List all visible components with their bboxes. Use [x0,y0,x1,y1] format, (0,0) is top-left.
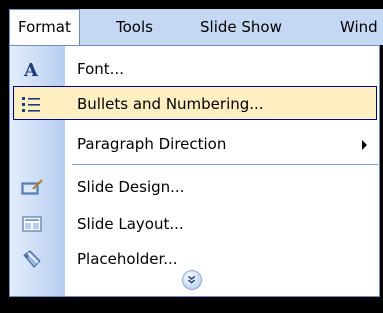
menu-separator [72,164,378,165]
bullets-icon [22,97,40,112]
slide-design-icon [21,179,43,195]
menu-window[interactable]: Wind [340,9,378,45]
screenshot: Format Tools Slide Show Wind A Font... B… [0,0,383,313]
menu-bar: Format Tools Slide Show Wind [9,9,383,46]
menu-slide-show[interactable]: Slide Show [200,9,282,45]
svg-text:A: A [23,60,39,81]
chevron-double-down-icon [187,275,196,284]
menu-item-paragraph-direction[interactable]: Paragraph Direction [10,127,379,161]
menu-tools[interactable]: Tools [116,9,153,45]
slide-layout-icon [22,216,42,232]
menu-item-label: Paragraph Direction [77,135,227,153]
format-dropdown-menu: A Font... Bullets and Numbering... Parag… [9,45,380,297]
font-icon: A [23,60,39,81]
expand-menu-button[interactable] [182,270,202,290]
menu-item-label: Font... [77,60,124,78]
menu-item-font[interactable]: A Font... [10,52,379,86]
menu-item-label: Placeholder... [77,250,178,268]
menu-item-label: Slide Design... [77,178,185,196]
placeholder-icon [23,250,41,268]
menu-item-label: Bullets and Numbering... [77,95,264,113]
menu-format[interactable]: Format [9,9,80,45]
menu-item-slide-layout[interactable]: Slide Layout... [10,207,379,241]
menu-item-bullets-and-numbering[interactable]: Bullets and Numbering... [13,86,377,120]
submenu-arrow-icon [362,140,367,150]
menu-item-slide-design[interactable]: Slide Design... [10,170,379,204]
menu-item-label: Slide Layout... [77,215,184,233]
